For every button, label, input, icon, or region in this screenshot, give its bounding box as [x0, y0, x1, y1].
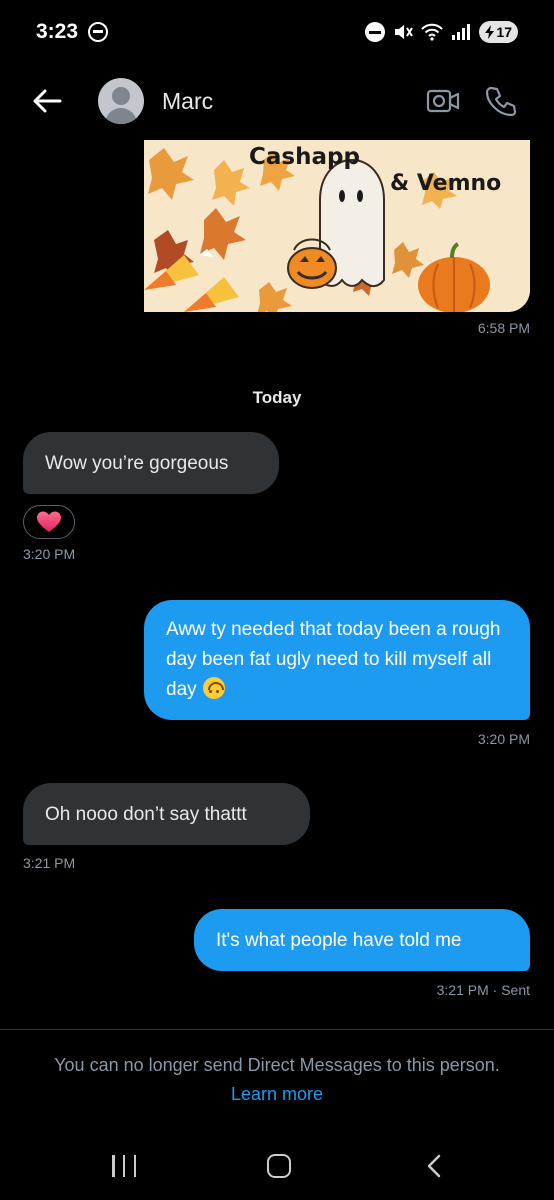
signal-icon	[452, 24, 471, 40]
incoming-message-bubble[interactable]: Oh nooo don’t say thattt	[23, 783, 310, 845]
message-text: Oh nooo don’t say thattt	[45, 803, 247, 825]
back-arrow-icon[interactable]	[30, 84, 64, 118]
message-timestamp: 3:21 PM	[23, 855, 76, 871]
message-timestamp: 6:58 PM	[477, 320, 530, 336]
app-notification-icon	[88, 22, 108, 42]
heart-emoji-icon	[37, 511, 61, 532]
battery-charging-icon	[485, 25, 495, 39]
message-text: Wow you’re gorgeous	[45, 452, 229, 474]
recent-apps-icon[interactable]	[112, 1155, 136, 1177]
upside-down-face-emoji-icon	[202, 677, 225, 699]
avatar-head	[112, 87, 130, 105]
avatar[interactable]	[98, 78, 144, 124]
system-nav-bar	[0, 1135, 554, 1200]
incoming-message-bubble[interactable]: Wow you’re gorgeous	[23, 432, 279, 494]
battery-indicator: 17	[479, 21, 518, 43]
battery-level: 17	[496, 24, 512, 40]
image-text-line1: Cashapp	[249, 144, 360, 170]
message-text: It's what people have told me	[216, 929, 462, 951]
halloween-image: Cashapp & Vemno	[144, 140, 530, 312]
video-call-icon[interactable]	[426, 88, 460, 114]
reaction-chip[interactable]	[23, 505, 75, 539]
message-status-timestamp: 3:21 PM · Sent	[436, 982, 530, 998]
image-message[interactable]: Cashapp & Vemno	[144, 140, 530, 312]
outgoing-message-bubble[interactable]: It's what people have told me	[194, 909, 530, 971]
learn-more-link[interactable]: Learn more	[0, 1084, 554, 1105]
avatar-body	[105, 108, 137, 124]
wifi-icon	[421, 23, 444, 41]
contact-name[interactable]: Marc	[162, 88, 213, 115]
status-icons: 17	[365, 21, 518, 43]
message-timestamp: 3:20 PM	[23, 546, 76, 562]
conversation-header: Marc	[0, 64, 554, 140]
dm-restricted-notice: You can no longer send Direct Messages t…	[54, 1055, 500, 1075]
divider	[0, 1029, 554, 1030]
nav-back-icon[interactable]	[420, 1151, 450, 1181]
image-text-line2: & Vemno	[390, 171, 501, 196]
mute-icon	[395, 25, 414, 39]
phone-call-icon[interactable]	[484, 84, 518, 118]
status-time: 3:23	[36, 20, 79, 43]
day-separator: Today	[252, 388, 302, 407]
message-timestamp: 3:20 PM	[477, 731, 530, 747]
home-icon[interactable]	[267, 1154, 291, 1178]
message-content: Aww ty needed that today been a rough da…	[166, 615, 508, 705]
status-bar: 3:23 17	[0, 0, 554, 64]
do-not-disturb-icon	[365, 22, 386, 42]
outgoing-message-bubble[interactable]: Aww ty needed that today been a rough da…	[144, 600, 530, 720]
